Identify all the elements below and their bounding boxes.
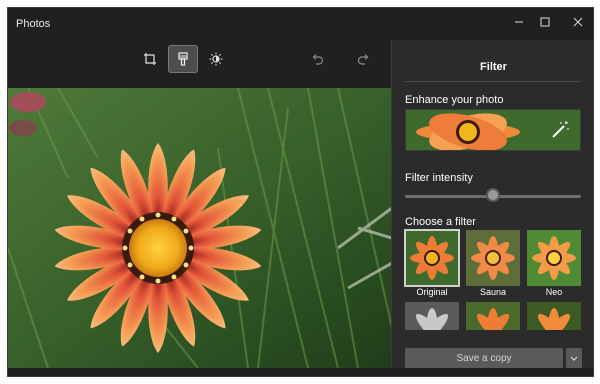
filter-thumbnail [527, 302, 581, 330]
filter-thumbnail [527, 230, 581, 286]
filter-thumbnail [405, 230, 459, 286]
redo-icon [357, 54, 369, 65]
choose-filter-label: Choose a filter [405, 216, 476, 228]
redo-button[interactable] [349, 45, 379, 73]
undo-button[interactable] [302, 45, 332, 73]
save-options-button[interactable] [566, 348, 582, 369]
filter-label: Sauna [479, 287, 507, 297]
photos-window: Photos Filter Enhance your photo Filter … [7, 7, 594, 377]
filter-original[interactable] [404, 229, 460, 287]
panel-title: Filter [480, 61, 507, 73]
enhance-photo-button[interactable] [405, 109, 581, 151]
filter-thumbnail [405, 302, 459, 330]
close-button[interactable] [561, 8, 593, 36]
intensity-slider-thumb[interactable] [486, 188, 500, 202]
save-area: Save a copy [405, 348, 582, 370]
brightness-icon [209, 52, 223, 66]
close-icon [573, 17, 583, 27]
status-bar [8, 368, 593, 376]
title-bar: Photos [8, 8, 593, 40]
filter-sauna[interactable] [466, 230, 520, 286]
filter-vivid[interactable] [527, 302, 581, 330]
filter-warm[interactable] [466, 302, 520, 330]
filter-mono[interactable] [405, 302, 459, 330]
photo-canvas[interactable] [8, 88, 392, 368]
filter-thumbnail [466, 230, 520, 286]
filter-label: Neo [545, 287, 563, 297]
chevron-down-icon [570, 356, 578, 361]
intensity-label: Filter intensity [405, 172, 473, 184]
filter-brush-icon [178, 52, 188, 66]
enhance-label: Enhance your photo [405, 94, 504, 106]
magic-wand-icon [552, 121, 569, 138]
filter-panel: Filter Enhance your photo Filter intensi… [391, 40, 593, 370]
maximize-icon [540, 17, 550, 27]
divider [405, 81, 581, 82]
save-copy-button[interactable]: Save a copy [405, 348, 563, 369]
edit-toolbar [8, 40, 392, 88]
undo-icon [312, 54, 324, 65]
filter-neo[interactable] [527, 230, 581, 286]
crop-icon [144, 53, 156, 65]
filter-thumbnail [466, 302, 520, 330]
maximize-button[interactable] [528, 8, 562, 36]
app-title: Photos [16, 18, 51, 30]
crop-button[interactable] [135, 45, 165, 73]
flower-photo [8, 88, 392, 368]
minimize-icon [515, 21, 523, 23]
filter-label: Original [416, 287, 448, 297]
adjust-button[interactable] [201, 45, 231, 73]
filter-button[interactable] [168, 45, 198, 73]
